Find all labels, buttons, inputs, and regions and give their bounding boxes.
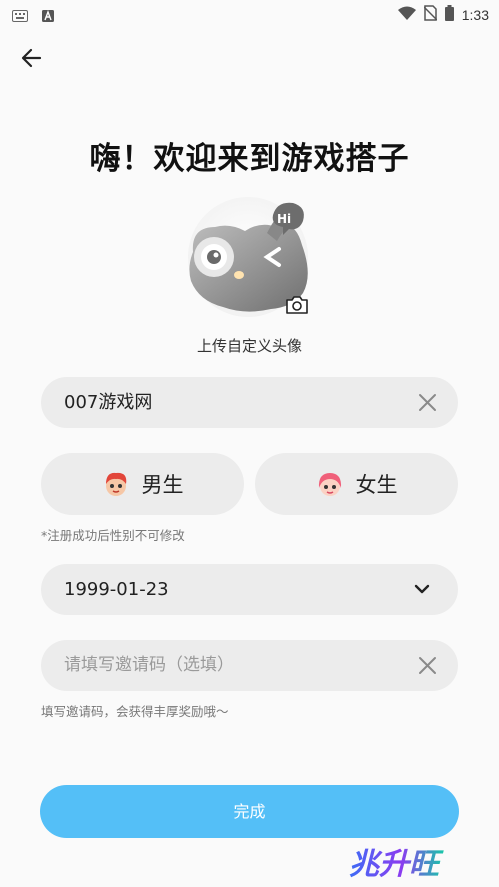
male-avatar-icon — [105, 472, 126, 496]
status-bar: 1:33 — [0, 0, 499, 30]
status-time: 1:33 — [461, 7, 489, 23]
avatar-upload[interactable]: Hi — [185, 197, 315, 319]
back-button[interactable] — [18, 44, 46, 72]
nickname-value[interactable]: 007游戏网 — [64, 377, 152, 428]
birthday-select[interactable]: 1999-01-23 — [41, 564, 458, 615]
invite-code-placeholder[interactable]: 请填写邀请码（选填） — [64, 640, 234, 691]
chevron-down-icon — [414, 584, 430, 594]
gender-male-label: 男生 — [141, 473, 184, 497]
wifi-icon — [397, 6, 416, 25]
clear-icon[interactable] — [417, 392, 438, 413]
battery-icon — [444, 5, 454, 25]
keyboard-icon — [12, 7, 28, 26]
watermark-text: 兆升旺 — [349, 847, 444, 882]
female-avatar-icon — [318, 473, 341, 496]
gender-male-button[interactable]: 男生 — [41, 453, 244, 515]
avatar-bubble-text: Hi — [277, 212, 291, 226]
birthday-value: 1999-01-23 — [64, 579, 169, 600]
no-sim-icon — [423, 5, 438, 25]
watermark-logo: 兆升旺 — [349, 847, 444, 882]
gender-female-label: 女生 — [355, 473, 398, 497]
avatar-upload-label: 上传自定义头像 — [196, 337, 302, 355]
app-notification-icon — [42, 7, 54, 26]
clear-icon[interactable] — [417, 655, 438, 676]
page-title: 嗨！欢迎来到游戏搭子 — [89, 141, 410, 177]
gender-note: *注册成功后性别不可修改 — [41, 528, 185, 543]
arrow-left-icon — [21, 48, 42, 68]
nickname-field[interactable]: 007游戏网 — [41, 377, 458, 428]
invite-hint: 填写邀请码，会获得丰厚奖励哦～ — [41, 704, 229, 719]
invite-code-field[interactable]: 请填写邀请码（选填） — [41, 640, 458, 691]
submit-button[interactable]: 完成 — [40, 785, 459, 838]
camera-icon[interactable] — [285, 295, 309, 315]
gender-female-button[interactable]: 女生 — [255, 453, 458, 515]
